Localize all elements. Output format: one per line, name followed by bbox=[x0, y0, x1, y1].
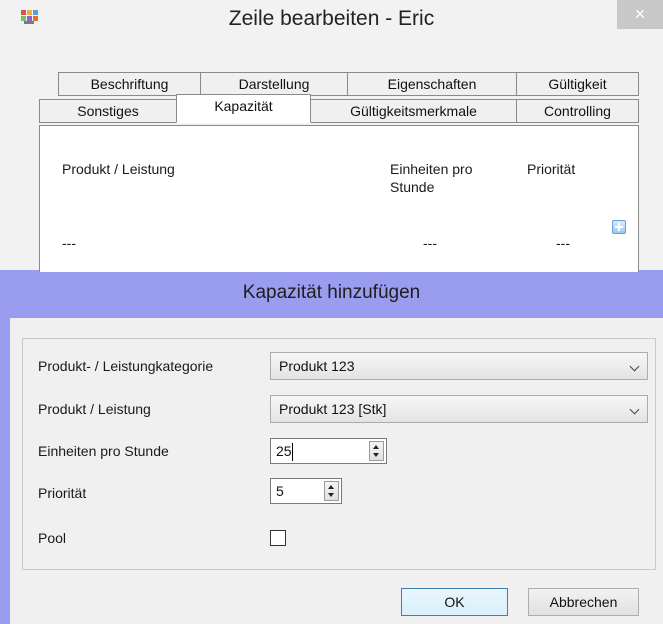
category-label: Produkt- / Leistungkategorie bbox=[38, 358, 214, 374]
tab-gueltigkeitsmerkmale[interactable]: Gültigkeitsmerkmale bbox=[310, 99, 517, 123]
units-value: 25 bbox=[276, 443, 292, 459]
category-dropdown[interactable]: Produkt 123 bbox=[270, 352, 648, 380]
background-window-title: Zeile bearbeiten - Eric bbox=[228, 7, 435, 30]
tab-beschriftung[interactable]: Beschriftung bbox=[58, 72, 201, 96]
priority-stepper[interactable]: 5 bbox=[270, 478, 342, 504]
tab-controlling[interactable]: Controlling bbox=[516, 99, 639, 123]
units-per-hour-stepper[interactable]: 25 bbox=[270, 438, 387, 464]
column-header-product: Produkt / Leistung bbox=[62, 161, 175, 177]
cell-priority: --- bbox=[556, 235, 570, 251]
units-spin-buttons[interactable] bbox=[369, 441, 384, 461]
dialog-client-area: Produkt- / Leistungkategorie Produkt 123… bbox=[10, 318, 663, 624]
cell-units: --- bbox=[423, 235, 437, 251]
chevron-down-icon bbox=[629, 404, 640, 415]
text-caret bbox=[292, 443, 293, 461]
priority-spin-buttons[interactable] bbox=[324, 481, 339, 501]
cancel-button[interactable]: Abbrechen bbox=[528, 588, 639, 616]
background-window: Zeile bearbeiten - Eric × Beschriftung D… bbox=[0, 0, 663, 272]
tab-eigenschaften[interactable]: Eigenschaften bbox=[347, 72, 517, 96]
product-dropdown[interactable]: Produkt 123 [Stk] bbox=[270, 395, 648, 423]
spin-down-icon[interactable] bbox=[370, 450, 383, 460]
units-label: Einheiten pro Stunde bbox=[38, 443, 169, 459]
priority-value: 5 bbox=[276, 483, 284, 499]
add-icon[interactable] bbox=[612, 220, 626, 234]
priority-label: Priorität bbox=[38, 485, 87, 501]
capacity-tab-panel bbox=[39, 125, 639, 272]
ok-button[interactable]: OK bbox=[401, 588, 508, 616]
dialog-title: Kapazität hinzufügen bbox=[242, 282, 421, 303]
category-value: Produkt 123 bbox=[279, 358, 355, 374]
tab-gueltigkeit[interactable]: Gültigkeit bbox=[516, 72, 639, 96]
column-header-priority: Priorität bbox=[527, 161, 576, 177]
pool-label: Pool bbox=[38, 530, 67, 546]
add-capacity-dialog: Kapazität hinzufügen Produkt- / Leistung… bbox=[0, 270, 663, 624]
product-value: Produkt 123 [Stk] bbox=[279, 401, 387, 417]
tab-kapazitaet[interactable]: Kapazität bbox=[176, 94, 311, 123]
tab-sonstiges[interactable]: Sonstiges bbox=[39, 99, 177, 123]
background-titlebar: Zeile bearbeiten - Eric × bbox=[0, 0, 663, 42]
tab-darstellung[interactable]: Darstellung bbox=[200, 72, 348, 96]
spin-down-icon[interactable] bbox=[325, 490, 338, 500]
cell-product: --- bbox=[62, 235, 76, 251]
product-label: Produkt / Leistung bbox=[38, 401, 151, 417]
pool-checkbox[interactable] bbox=[270, 530, 286, 546]
column-header-units: Einheiten pro Stunde bbox=[390, 161, 473, 195]
close-icon[interactable]: × bbox=[617, 0, 663, 29]
chevron-down-icon bbox=[629, 361, 640, 372]
